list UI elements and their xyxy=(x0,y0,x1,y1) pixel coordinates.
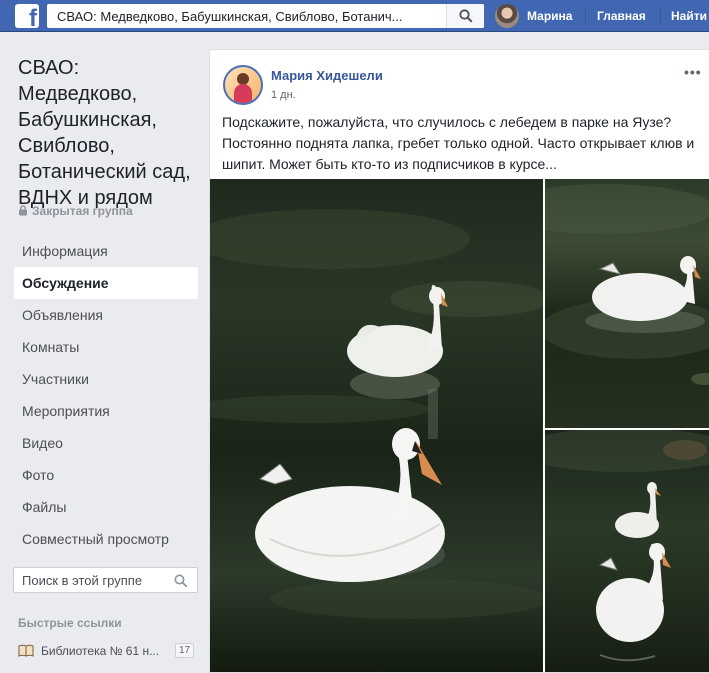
group-search-placeholder: Поиск в этой группе xyxy=(22,573,143,588)
group-nav-announcements[interactable]: Объявления xyxy=(14,299,198,331)
avatar xyxy=(495,4,519,28)
quick-link-item[interactable]: Библиотека № 61 н... 17 xyxy=(18,642,198,660)
lock-icon xyxy=(19,205,27,216)
more-options-icon[interactable]: ••• xyxy=(684,64,702,80)
nav-divider xyxy=(660,9,661,23)
post-timestamp[interactable]: 1 дн. xyxy=(271,89,296,101)
group-nav-rooms[interactable]: Комнаты xyxy=(14,331,198,363)
quick-link-label: Библиотека № 61 н... xyxy=(41,644,160,658)
search-button[interactable] xyxy=(446,4,484,28)
privacy-label: Закрытая группа xyxy=(32,204,133,218)
quick-link-count-badge: 17 xyxy=(175,643,195,658)
group-nav-videos[interactable]: Видео xyxy=(14,427,198,459)
book-icon xyxy=(18,644,34,657)
group-search-input[interactable]: Поиск в этой группе xyxy=(13,567,198,593)
post-photo[interactable] xyxy=(545,179,709,428)
nav-divider xyxy=(585,9,586,23)
global-search-input[interactable]: СВАО: Медведково, Бабушкинская, Свиблово… xyxy=(47,4,484,28)
group-post: Мария Хидешели 1 дн. ••• Подскажите, пож… xyxy=(209,49,709,673)
group-nav-about[interactable]: Информация xyxy=(14,235,198,267)
quick-links-title: Быстрые ссылки xyxy=(18,616,122,630)
facebook-logo-icon[interactable]: f xyxy=(15,4,39,28)
post-author[interactable]: Мария Хидешели xyxy=(271,68,383,83)
top-navigation-bar: f СВАО: Медведково, Бабушкинская, Свибло… xyxy=(0,0,709,32)
post-photo[interactable] xyxy=(210,179,543,672)
author-avatar[interactable] xyxy=(223,65,263,105)
home-link[interactable]: Главная xyxy=(597,9,646,23)
group-nav-photos[interactable]: Фото xyxy=(14,459,198,491)
group-privacy: Закрытая группа xyxy=(18,204,133,218)
group-nav-files[interactable]: Файлы xyxy=(14,491,198,523)
search-icon[interactable] xyxy=(174,574,188,588)
post-photo-grid xyxy=(210,179,709,672)
global-search-text: СВАО: Медведково, Бабушкинская, Свиблово… xyxy=(57,9,403,24)
profile-name: Марина xyxy=(527,9,573,23)
group-nav-watch-party[interactable]: Совместный просмотр xyxy=(14,523,198,555)
post-text: Подскажите, пожалуйста, что случилось с … xyxy=(222,114,695,172)
find-friends-link[interactable]: Найти xyxy=(671,9,707,23)
group-nav-members[interactable]: Участники xyxy=(14,363,198,395)
search-icon xyxy=(459,9,473,23)
group-nav-discussion[interactable]: Обсуждение xyxy=(14,267,198,299)
group-nav-events[interactable]: Мероприятия xyxy=(14,395,198,427)
group-navigation: Информация Обсуждение Объявления Комнаты… xyxy=(14,235,198,555)
post-photo[interactable] xyxy=(545,430,709,672)
group-title[interactable]: СВАО: Медведково, Бабушкинская, Свиблово… xyxy=(18,55,198,211)
